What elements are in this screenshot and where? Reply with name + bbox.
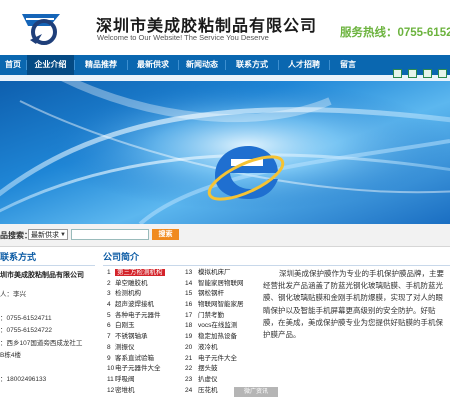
list-item[interactable]: 19 稳定加热设备 [185, 332, 244, 343]
list-item[interactable]: 1 第三方检测机构 [107, 268, 165, 279]
nav-item-contact[interactable]: 联系方式 [226, 55, 278, 75]
watermark-badge: 微广资讯 [234, 387, 278, 397]
search-category-select[interactable]: 最新供求 ▼ [28, 229, 68, 240]
list-item[interactable]: 21 电子元件大全 [185, 354, 244, 365]
list-item[interactable]: 20 液冷机 [185, 343, 244, 354]
service-hotline: 服务热线：0755-61524 [340, 27, 450, 39]
nav-item-guestbook[interactable]: 留言 [330, 55, 366, 75]
contact-person: 人：李兴 [0, 291, 26, 298]
list-item[interactable]: 17 门禁考勤 [185, 311, 244, 322]
search-button[interactable]: 搜索 [152, 229, 179, 240]
hero-banner [0, 81, 450, 224]
list-item[interactable]: 9 客系直试验箱 [107, 354, 165, 365]
contact-address-line2: B栋4楼 [0, 352, 21, 359]
list-item[interactable]: 18 vocs在线监测 [185, 321, 244, 332]
print-icon[interactable] [438, 69, 447, 78]
home-icon[interactable] [393, 69, 402, 78]
list-item[interactable]: 13 模拟机床厂 [185, 268, 244, 279]
nav-item-jobs[interactable]: 人才招聘 [279, 55, 329, 75]
contact-qq: ：18002496133 [0, 376, 47, 383]
contact-panel: 联系方式 圳市美成胶粘制品有限公司 人：李兴 ：0755-61524711 ：0… [0, 250, 95, 410]
main-nav: 首页 企业介绍 精品推荐 最新供求 新闻动态 联系方式 人才招聘 留言 [0, 55, 450, 76]
list-item[interactable]: 10电子元器件大全 [107, 364, 165, 375]
list-item[interactable]: 15 钢松钢杆 [185, 289, 244, 300]
list-item[interactable]: 16 物联网智能家居 [185, 300, 244, 311]
contact-phone: ：0755-61524711 [0, 315, 52, 322]
nav-item-home[interactable]: 首页 [0, 55, 26, 75]
list-item[interactable]: 11呼吸阀 [107, 375, 165, 386]
nav-item-featured[interactable]: 精品推荐 [75, 55, 127, 75]
search-input[interactable] [71, 229, 149, 240]
list-item[interactable]: 22 摆头鼓 [185, 364, 244, 375]
list-item[interactable]: 23 扒虚仪 [185, 375, 244, 386]
profile-description: 深圳美成保护膜作为专业的手机保护膜品牌，主要经营批发产品涵盖了防蓝光钢化玻璃贴膜… [263, 269, 444, 340]
list-item[interactable]: 4 超声波焊接机 [107, 300, 165, 311]
link-list-left: 1 第三方检测机构 2 单空雕胶机 3 检测机构 4 超声波焊接机 5 各种电子元器件 6… [107, 268, 165, 396]
list-item[interactable]: 7 不锈钢轴承 [107, 332, 165, 343]
contact-address: ：西乡107国道旁西成龙社工 [0, 340, 83, 347]
search-category-value: 最新供求 [31, 232, 59, 239]
list-item[interactable]: 14 智能家居物联网 [185, 279, 244, 290]
nav-item-supply-demand[interactable]: 最新供求 [128, 55, 178, 75]
company-logo-icon[interactable] [20, 10, 62, 46]
nav-item-company-intro[interactable]: 企业介绍 [27, 55, 74, 75]
nav-item-news[interactable]: 新闻动态 [179, 55, 225, 75]
list-item[interactable]: 3 检测机构 [107, 289, 165, 300]
banner-artwork [0, 81, 450, 224]
mail-icon[interactable] [423, 69, 432, 78]
contact-company: 圳市美成胶粘制品有限公司 [0, 272, 84, 279]
site-header: 深圳市美成胶粘制品有限公司 Welcome to Our Website! Th… [0, 0, 450, 55]
list-item[interactable]: 2 单空雕胶机 [107, 279, 165, 290]
list-item[interactable]: 8 测振仪 [107, 343, 165, 354]
header-slogan: Welcome to Our Website! The Service You … [97, 33, 269, 42]
link-list-right: 13 模拟机床厂 14 智能家居物联网 15 钢松钢杆 16 物联网智能家居 17 门禁考… [185, 268, 244, 396]
list-item[interactable]: 12密堆机 [107, 386, 165, 397]
star-icon[interactable] [408, 69, 417, 78]
list-item[interactable]: 5 各种电子元器件 [107, 311, 165, 322]
contact-title: 联系方式 [0, 250, 95, 266]
chevron-down-icon: ▼ [60, 232, 66, 238]
list-item[interactable]: 6 白刚玉 [107, 321, 165, 332]
company-profile-panel: 公司简介 1 第三方检测机构 2 单空雕胶机 3 检测机构 4 超声波焊接机 5 各种电子… [103, 250, 450, 410]
search-bar: 品搜索： 最新供求 ▼ 搜索 [0, 224, 450, 247]
profile-title: 公司简介 [103, 250, 450, 266]
contact-fax: ：0755-61524722 [0, 327, 53, 334]
